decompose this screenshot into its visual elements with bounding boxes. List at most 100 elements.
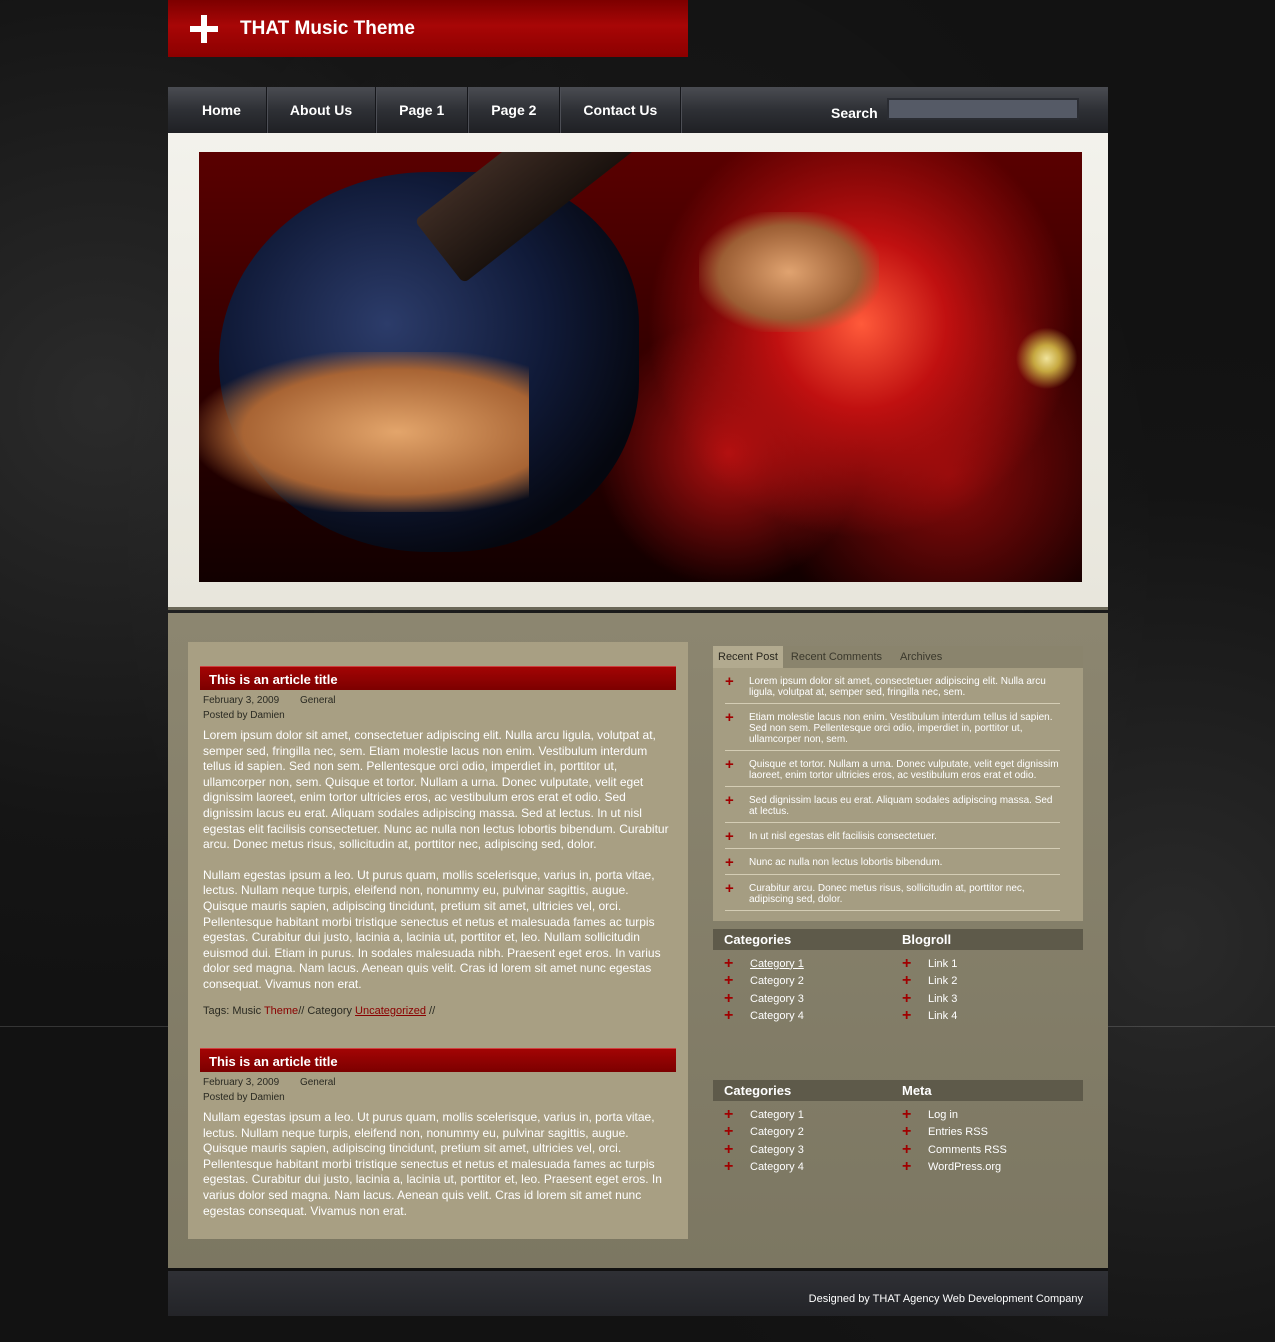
meta-list: + Log in + Entries RSS + Comments RSS + Word… <box>891 1106 1069 1176</box>
plus-bullet-icon: + <box>724 1140 734 1158</box>
list-item[interactable]: + Link 1 <box>891 955 1069 973</box>
list-item[interactable]: + Category 3 <box>713 990 891 1008</box>
plus-bullet-icon: + <box>724 1007 734 1025</box>
article: This is an article title February 3, 200… <box>200 666 676 1017</box>
list-item[interactable]: + Link 2 <box>891 973 1069 991</box>
widget-columns: + Category 1 + Category 2 + Category 3 + Cat… <box>713 950 1083 1025</box>
article-date: February 3, 2009 <box>203 695 280 706</box>
article-title[interactable]: This is an article title <box>200 666 676 690</box>
categories-list: + Category 1 + Category 2 + Category 3 + Cat… <box>713 1106 891 1176</box>
list-item[interactable]: + Category 4 <box>713 1159 891 1177</box>
categories-list: + Category 1 + Category 2 + Category 3 + Cat… <box>713 955 891 1025</box>
blogroll-list: + Link 1 + Link 2 + Link 3 + Link 4 <box>891 955 1069 1025</box>
tab-recent-comments[interactable]: Recent Comments <box>786 646 887 668</box>
sidebar-tabs-widget: Recent Post Recent Comments Archives + Lo… <box>713 646 1083 921</box>
plus-bullet-icon: + <box>725 880 734 897</box>
recent-posts-list: + Lorem ipsum dolor sit amet, consectetue… <box>725 674 1083 911</box>
category-link[interactable]: Category 2 <box>750 1126 804 1138</box>
list-item[interactable]: + Comments RSS <box>891 1141 1069 1159</box>
recent-post-link[interactable]: Etiam molestie lacus non enim. Vestibulu… <box>749 712 1060 745</box>
hero-frame <box>168 133 1108 610</box>
plus-bullet-icon: + <box>724 954 734 972</box>
list-item[interactable]: + Lorem ipsum dolor sit amet, consectetue… <box>725 674 1060 704</box>
category-link[interactable]: Category 4 <box>750 1161 804 1173</box>
categories-meta-widget: Categories Meta + Category 1 + Category 2 … <box>713 1080 1083 1176</box>
category-link[interactable]: Category 3 <box>750 1144 804 1156</box>
category-link[interactable]: Category 2 <box>750 975 804 987</box>
category-link[interactable]: Category 3 <box>750 993 804 1005</box>
article-title[interactable]: This is an article title <box>200 1048 676 1072</box>
list-item[interactable]: + Link 4 <box>891 1008 1069 1026</box>
recent-post-link[interactable]: Curabitur arcu. Donec metus risus, solli… <box>749 883 1060 905</box>
article-paragraph: Nullam egestas ipsum a leo. Ut purus qua… <box>203 867 661 991</box>
plus-bullet-icon: + <box>902 1158 912 1176</box>
hero-guitar-image <box>199 152 1082 582</box>
nav-item-page-1[interactable]: Page 1 <box>376 87 469 133</box>
recent-post-link[interactable]: Sed dignissim lacus eu erat. Aliquam sod… <box>749 795 1060 817</box>
site-footer: Designed by THAT Agency Web Development … <box>168 1268 1108 1316</box>
list-item[interactable]: + Category 2 <box>713 973 891 991</box>
blogroll-link[interactable]: Link 1 <box>928 958 957 970</box>
list-item[interactable]: + Sed dignissim lacus eu erat. Aliquam so… <box>725 793 1060 823</box>
article-author: Posted by Damien <box>203 1092 285 1103</box>
list-item[interactable]: + Category 2 <box>713 1124 891 1142</box>
list-item[interactable]: + Curabitur arcu. Donec metus risus, soll… <box>725 881 1060 911</box>
plus-bullet-icon: + <box>902 1007 912 1025</box>
category-link[interactable]: Category 4 <box>750 1010 804 1022</box>
footer-credit[interactable]: Designed by THAT Agency Web Development … <box>809 1293 1083 1305</box>
widget-header: Categories Blogroll <box>713 929 1083 950</box>
category-link[interactable]: Category 1 <box>750 958 804 970</box>
nav-item-page-2[interactable]: Page 2 <box>468 87 561 133</box>
categories-blogroll-widget: Categories Blogroll + Category 1 + Categor… <box>713 929 1083 1025</box>
widget-columns: + Category 1 + Category 2 + Category 3 + Cat… <box>713 1101 1083 1176</box>
article-category[interactable]: General <box>300 1077 336 1088</box>
recent-post-link[interactable]: Nunc ac nulla non lectus lobortis bibend… <box>749 857 1060 869</box>
list-item[interactable]: + Entries RSS <box>891 1124 1069 1142</box>
plus-bullet-icon: + <box>724 1123 734 1141</box>
recent-post-link[interactable]: Quisque et tortor. Nullam a urna. Donec … <box>749 759 1060 781</box>
article-tags: Tags: Music Theme// Category Uncategoriz… <box>203 1005 673 1017</box>
tab-recent-post[interactable]: Recent Post <box>713 646 783 668</box>
tags-suffix: // <box>425 1004 436 1017</box>
plus-bullet-icon: + <box>725 854 734 871</box>
blogroll-link[interactable]: Link 4 <box>928 1010 957 1022</box>
list-item[interactable]: + WordPress.org <box>891 1159 1069 1177</box>
blogroll-link[interactable]: Link 3 <box>928 993 957 1005</box>
recent-post-link[interactable]: In ut nisl egestas elit facilisis consec… <box>749 831 1060 843</box>
article-meta: February 3, 2009 General <box>203 695 673 706</box>
list-item[interactable]: + Category 1 <box>713 1106 891 1124</box>
recent-post-link[interactable]: Lorem ipsum dolor sit amet, consectetuer… <box>749 676 1060 698</box>
site-header: THAT Music Theme <box>168 0 688 57</box>
meta-link[interactable]: Comments RSS <box>928 1144 1007 1156</box>
nav-item-contact-us[interactable]: Contact Us <box>560 87 682 133</box>
list-item[interactable]: + Quisque et tortor. Nullam a urna. Donec… <box>725 757 1060 787</box>
list-item[interactable]: + In ut nisl egestas elit facilisis conse… <box>725 829 1060 849</box>
list-item[interactable]: + Link 3 <box>891 990 1069 1008</box>
meta-link[interactable]: WordPress.org <box>928 1161 1001 1173</box>
tag-link[interactable]: Theme <box>264 1005 298 1017</box>
category-link[interactable]: Uncategorized <box>355 1005 426 1017</box>
site-title[interactable]: THAT Music Theme <box>240 18 415 40</box>
plus-bullet-icon: + <box>724 1158 734 1176</box>
main-column: This is an article title February 3, 200… <box>188 642 688 1239</box>
search-input[interactable] <box>887 98 1079 120</box>
list-item[interactable]: + Log in <box>891 1106 1069 1124</box>
category-link[interactable]: Category 1 <box>750 1109 804 1121</box>
nav-item-about-us[interactable]: About Us <box>267 87 377 133</box>
list-item[interactable]: + Nunc ac nulla non lectus lobortis biben… <box>725 855 1060 875</box>
nav-item-home[interactable]: Home <box>168 87 267 133</box>
plus-bullet-icon: + <box>724 989 734 1007</box>
plus-bullet-icon: + <box>902 972 912 990</box>
article: This is an article title February 3, 200… <box>200 1048 676 1219</box>
list-item[interactable]: + Category 3 <box>713 1141 891 1159</box>
plus-bullet-icon: + <box>725 709 734 726</box>
tab-archives[interactable]: Archives <box>895 646 947 668</box>
list-item[interactable]: + Etiam molestie lacus non enim. Vestibul… <box>725 710 1060 751</box>
plus-logo-icon <box>190 14 218 43</box>
blogroll-link[interactable]: Link 2 <box>928 975 957 987</box>
list-item[interactable]: + Category 4 <box>713 1008 891 1026</box>
article-category[interactable]: General <box>300 695 336 706</box>
list-item[interactable]: + Category 1 <box>713 955 891 973</box>
meta-link[interactable]: Entries RSS <box>928 1126 988 1138</box>
meta-link[interactable]: Log in <box>928 1109 958 1121</box>
